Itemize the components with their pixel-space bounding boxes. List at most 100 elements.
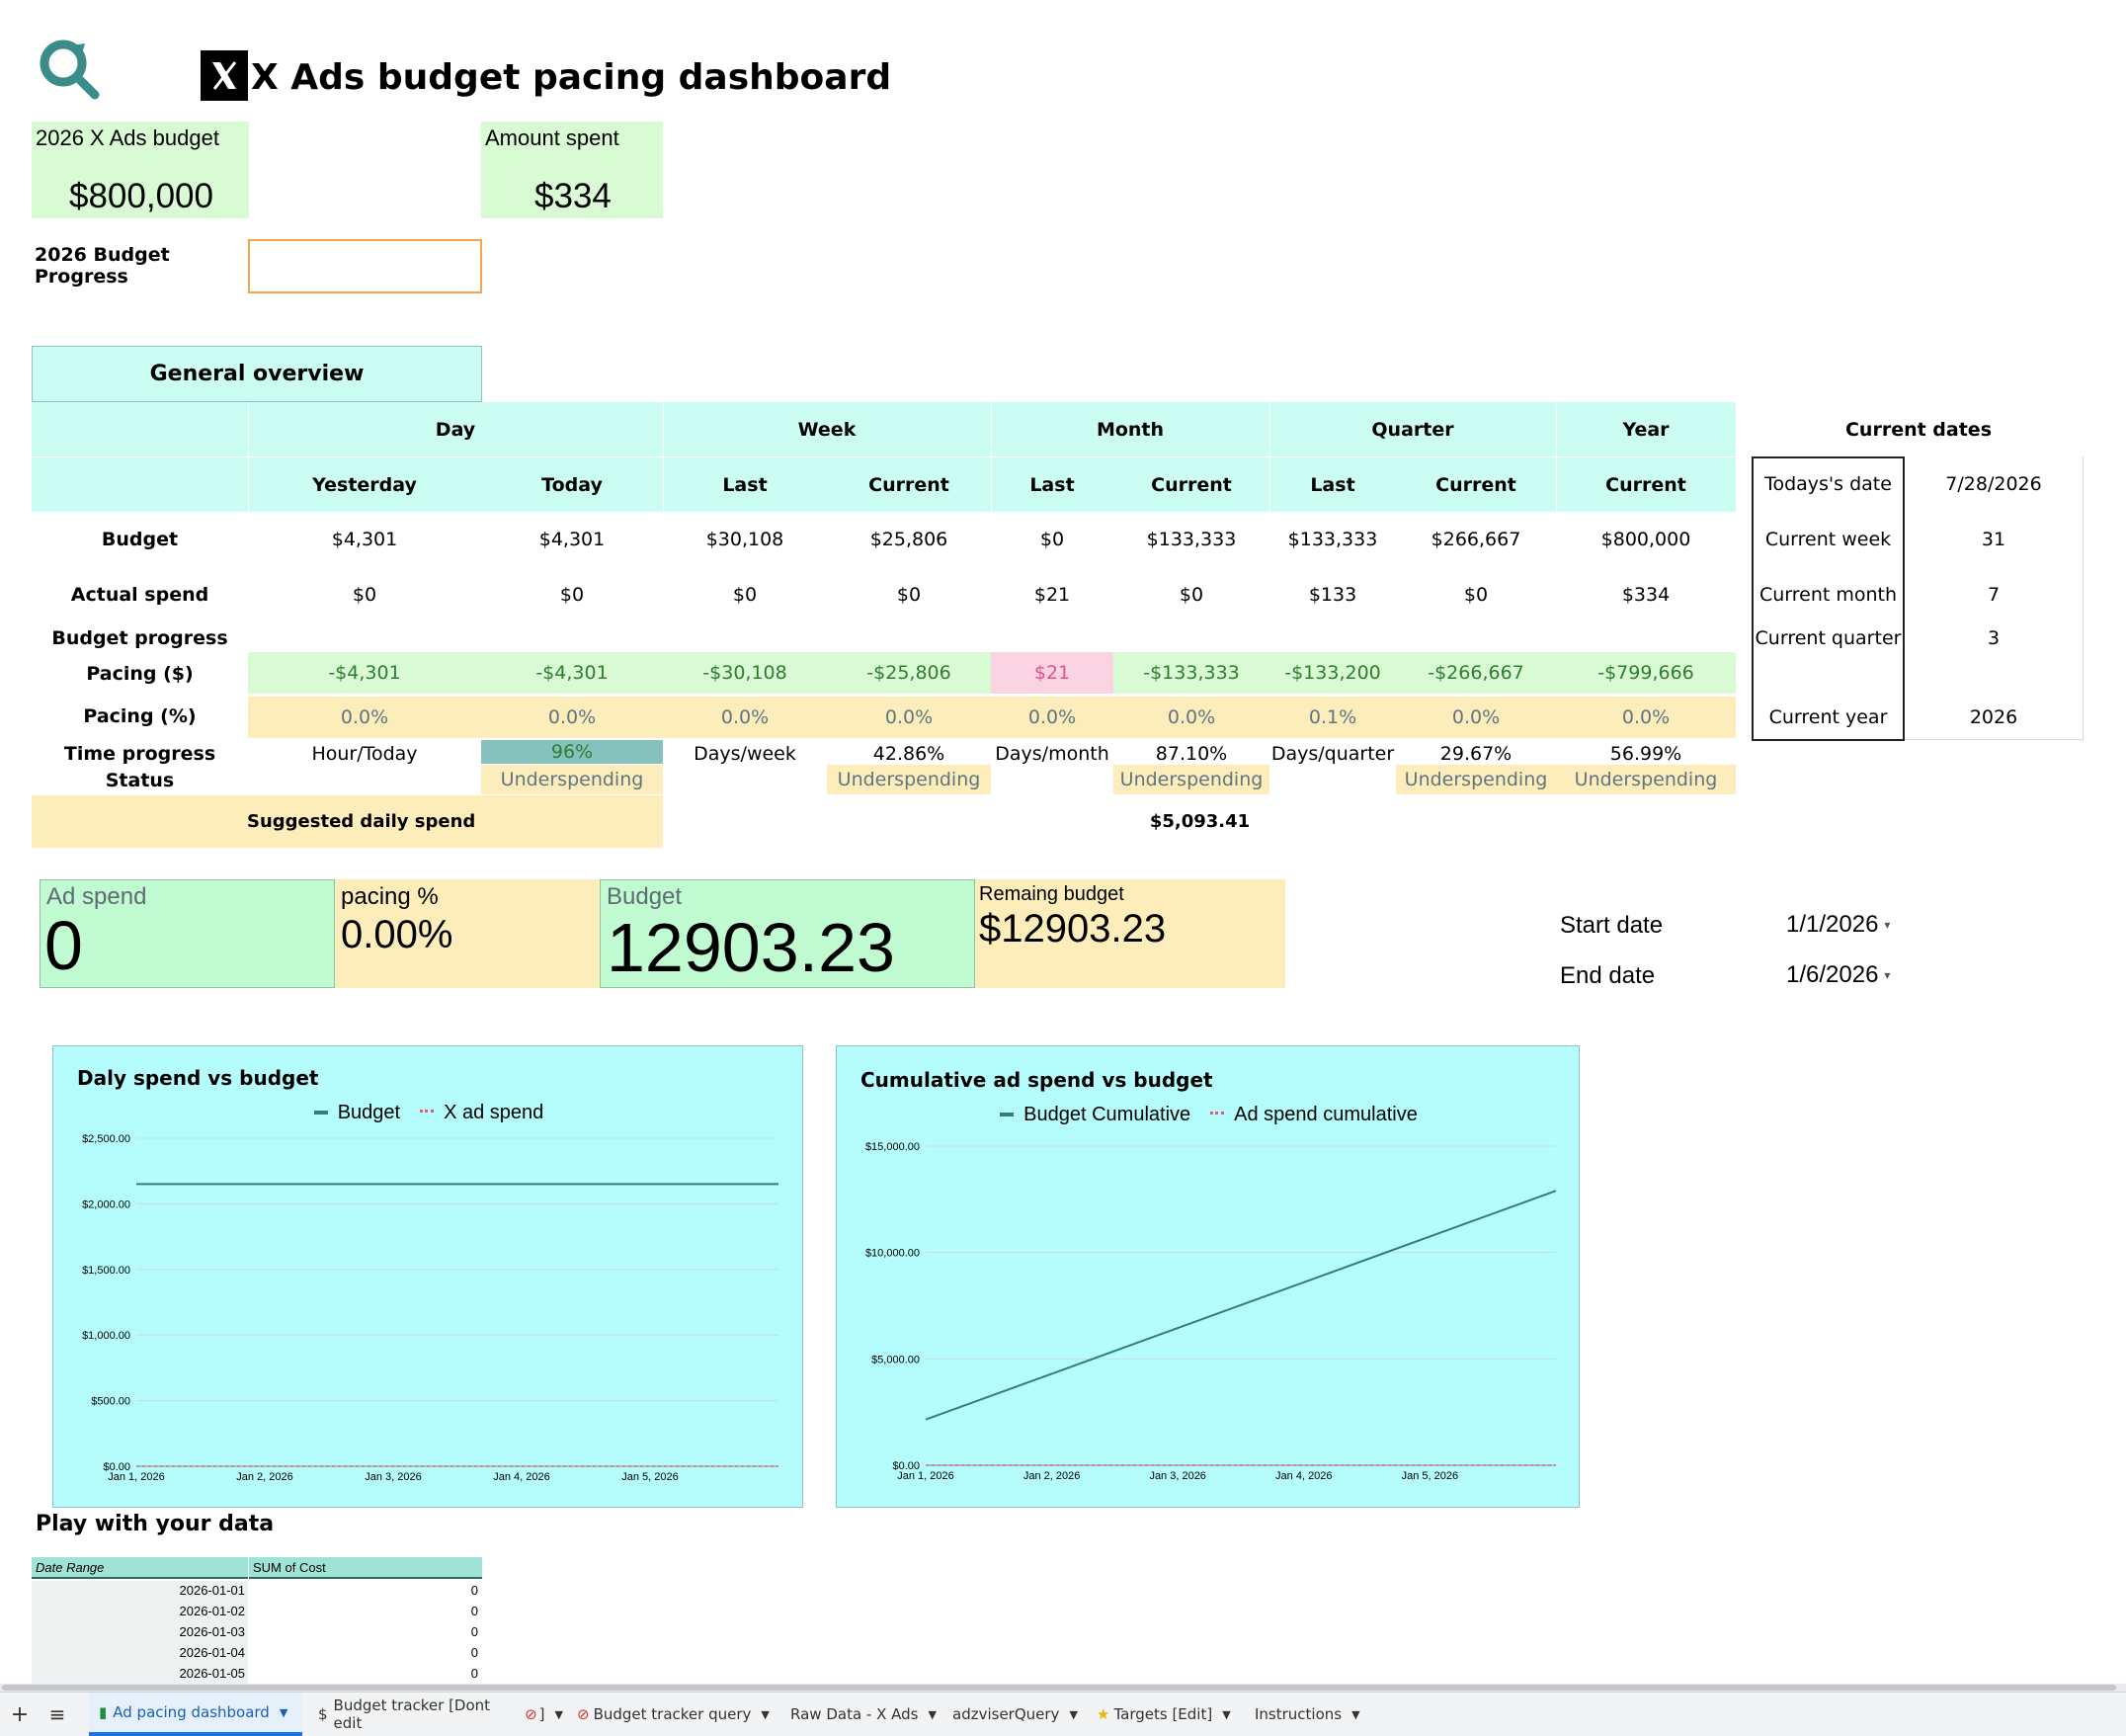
tab-label: Ad pacing dashboard bbox=[113, 1703, 270, 1721]
chevron-down-icon: ▼ bbox=[1222, 1707, 1231, 1721]
x-tick-label: Jan 4, 2026 bbox=[493, 1471, 550, 1483]
pivot-row-date: 2026-01-04 bbox=[179, 1645, 246, 1660]
daily-spend-chart[interactable]: Daly spend vs budget Budget X ad spend $… bbox=[52, 1045, 803, 1508]
tab-label: Budget tracker [Dont edit bbox=[333, 1696, 491, 1732]
actual-cell: $0 bbox=[896, 584, 922, 606]
y-tick-label: $2,500.00 bbox=[82, 1133, 130, 1145]
pacing-pct-cell: 0.0% bbox=[991, 697, 1113, 738]
start-date-label: Start date bbox=[1560, 912, 1664, 939]
pacing-pct-cell: 0.0% bbox=[1113, 697, 1269, 738]
scrollbar-thumb[interactable] bbox=[2, 1685, 2116, 1691]
horizontal-scrollbar[interactable] bbox=[0, 1684, 2126, 1692]
current-dates-value: 7 bbox=[1987, 584, 2001, 606]
sub-year-current: Current bbox=[1605, 473, 1686, 496]
sub-week-last: Last bbox=[722, 473, 768, 496]
x-tick-label: Jan 2, 2026 bbox=[1023, 1470, 1081, 1482]
x-tick-label: Jan 3, 2026 bbox=[1149, 1470, 1206, 1482]
sub-week-current: Current bbox=[868, 473, 949, 496]
actual-cell: $0 bbox=[1179, 584, 1204, 606]
current-dates-label: Current quarter bbox=[1755, 627, 1902, 649]
end-date-dropdown[interactable]: 1/6/2026 ▾ bbox=[1786, 957, 1905, 993]
pivot-row-cost: 0 bbox=[470, 1645, 478, 1660]
actual-cell: $0 bbox=[1463, 584, 1489, 606]
row-label-time-progress: Time progress bbox=[63, 743, 216, 765]
pacing-usd-cell: -$133,333 bbox=[1113, 652, 1269, 694]
tab-instructions[interactable]: Instructions ▼ bbox=[1255, 1693, 1383, 1736]
tab-budget-tracker-query[interactable]: ⊘ Budget tracker query ▼ bbox=[577, 1693, 775, 1736]
cumulative-spend-chart[interactable]: Cumulative ad spend vs budget Budget Cum… bbox=[836, 1045, 1580, 1508]
current-dates-label: Current month bbox=[1758, 584, 1898, 606]
remaining-scorecard: Remaing budget $12903.23 bbox=[975, 879, 1285, 988]
pacing-usd-cell: -$4,301 bbox=[248, 652, 481, 694]
budget-kpi-value: $800,000 bbox=[69, 177, 213, 215]
x-tick-label: Jan 3, 2026 bbox=[365, 1471, 422, 1483]
y-tick-label: $2,000.00 bbox=[82, 1199, 130, 1210]
budget-cell: $800,000 bbox=[1600, 529, 1691, 550]
current-dates-value: 7/28/2026 bbox=[1945, 473, 2042, 495]
budget-cell: $133,333 bbox=[1287, 529, 1378, 550]
tab-label: Budget tracker query bbox=[593, 1705, 752, 1723]
budget-kpi: 2026 X Ads budget $800,000 bbox=[32, 122, 249, 218]
actual-cell: $133 bbox=[1308, 584, 1357, 606]
daily-chart-plot: $0.00$500.00$1,000.00$1,500.00$2,000.00$… bbox=[82, 1133, 778, 1483]
tab-raw-data-x-ads[interactable]: Raw Data - X Ads ▼ bbox=[790, 1693, 939, 1736]
tab-label: Raw Data - X Ads bbox=[790, 1705, 919, 1723]
tab-targets-edit[interactable]: ★ Targets [Edit] ▼ bbox=[1097, 1693, 1245, 1736]
x-tick-label: Jan 2, 2026 bbox=[236, 1471, 293, 1483]
budget-cell: $0 bbox=[1039, 529, 1065, 550]
chart-icon: ▮ bbox=[99, 1703, 108, 1721]
pacing-usd-cell: -$266,667 bbox=[1396, 652, 1556, 694]
start-date-dropdown[interactable]: 1/1/2026 ▾ bbox=[1786, 907, 1905, 943]
y-tick-label: $5,000.00 bbox=[871, 1354, 920, 1365]
sub-today: Today bbox=[541, 473, 603, 496]
tab-budget-tracker-dont-edit[interactable]: $ Budget tracker [Dont edit ⊘ ] ▼ bbox=[314, 1693, 563, 1736]
chevron-down-icon: ▼ bbox=[279, 1705, 288, 1719]
current-dates-value: 3 bbox=[1987, 627, 2001, 649]
remaining-label: Remaing budget bbox=[979, 883, 1124, 905]
budget-cell: $30,108 bbox=[705, 529, 784, 550]
pivot-row-cost: 0 bbox=[470, 1604, 478, 1618]
pacing-pct-cell: 0.0% bbox=[827, 697, 991, 738]
pivot-col-cost: SUM of Cost bbox=[253, 1560, 326, 1575]
current-dates-label: Current year bbox=[1768, 706, 1888, 728]
spent-kpi: Amount spent $334 bbox=[481, 122, 663, 218]
pacing-value: 0.00% bbox=[341, 913, 453, 956]
x-tick-label: Jan 1, 2026 bbox=[897, 1470, 954, 1482]
row-label-progress: Budget progress bbox=[51, 627, 228, 649]
time-progress-cell: 96% bbox=[481, 740, 663, 764]
tab-label-suffix: ] bbox=[538, 1705, 545, 1723]
status-badge: Underspending bbox=[1556, 765, 1736, 794]
status-badge: Underspending bbox=[1113, 765, 1269, 794]
time-progress-cell: Hour/Today bbox=[311, 743, 418, 765]
play-title: Play with your data bbox=[36, 1512, 275, 1536]
x-tick-label: Jan 5, 2026 bbox=[1402, 1470, 1459, 1482]
pivot-table: Date Range SUM of Cost 2026-01-01 0 2026-0… bbox=[32, 1557, 482, 1686]
pivot-row-cost: 0 bbox=[470, 1583, 478, 1598]
general-overview-title: General overview bbox=[32, 346, 482, 402]
sub-month-last: Last bbox=[1029, 473, 1075, 496]
pacing-pct-cell: 0.0% bbox=[1556, 697, 1736, 738]
pacing-label: pacing % bbox=[341, 883, 439, 910]
group-month: Month bbox=[1096, 418, 1165, 441]
status-badge: Underspending bbox=[1396, 765, 1556, 794]
all-sheets-menu-icon[interactable]: ≡ bbox=[43, 1693, 71, 1736]
y-tick-label: $1,500.00 bbox=[82, 1265, 130, 1277]
tab-label: Targets [Edit] bbox=[1113, 1705, 1213, 1723]
budget-cell: $133,333 bbox=[1146, 529, 1237, 550]
budget-scorecard-value: 12903.23 bbox=[607, 909, 895, 986]
add-sheet-button[interactable]: + bbox=[6, 1693, 34, 1736]
pivot-row-date: 2026-01-01 bbox=[179, 1583, 246, 1598]
tab-adzviser-query[interactable]: adzviserQuery ▼ bbox=[952, 1693, 1091, 1736]
pacing-scorecard: pacing % 0.00% bbox=[335, 879, 600, 988]
budget-progress-label: 2026 Budget Progress bbox=[35, 244, 170, 288]
group-quarter: Quarter bbox=[1371, 418, 1454, 441]
sub-quarter-current: Current bbox=[1435, 473, 1516, 496]
x-logo-icon bbox=[201, 50, 248, 101]
group-year: Year bbox=[1622, 418, 1670, 441]
actual-cell: $0 bbox=[352, 584, 377, 606]
chevron-down-icon: ▼ bbox=[554, 1707, 563, 1721]
current-dates-title: Current dates bbox=[1844, 418, 1993, 441]
tab-ad-pacing-dashboard[interactable]: ▮ Ad pacing dashboard ▼ bbox=[89, 1693, 302, 1736]
sub-yesterday: Yesterday bbox=[312, 473, 417, 496]
budget-cell: $4,301 bbox=[538, 529, 606, 550]
